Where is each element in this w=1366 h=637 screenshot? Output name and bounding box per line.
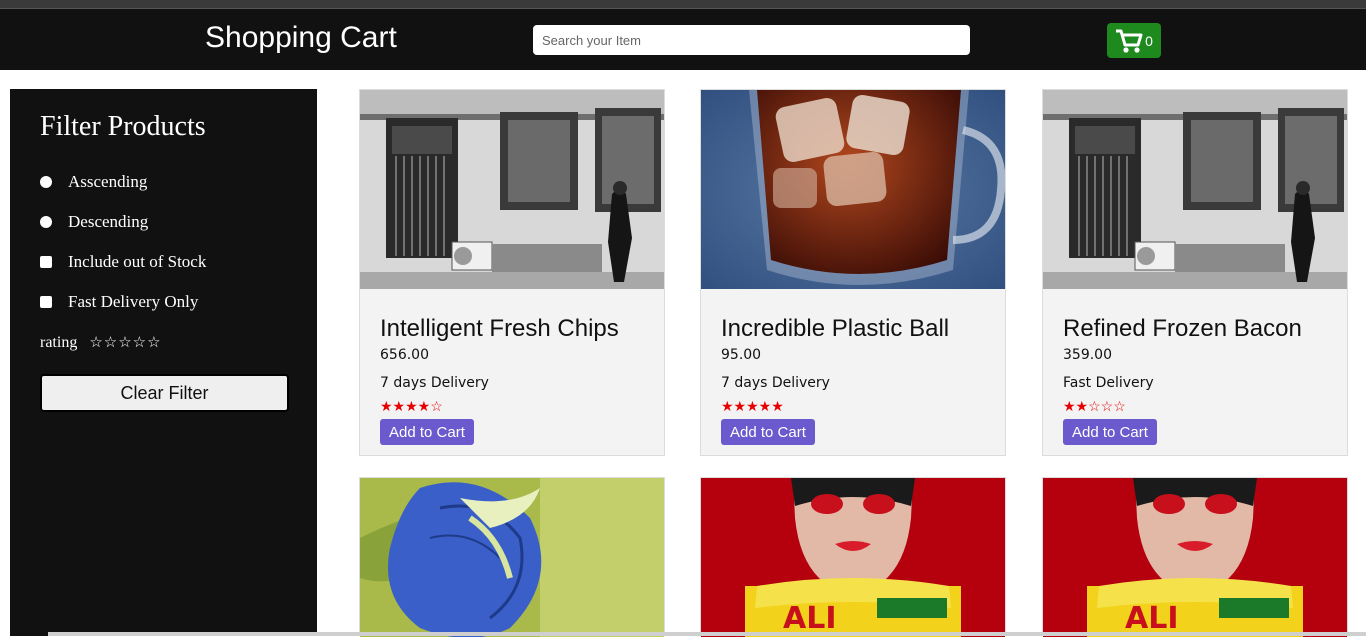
product-card (359, 477, 665, 637)
product-image: ALI (701, 478, 1005, 637)
search-input[interactable] (533, 25, 970, 55)
add-to-cart-button[interactable]: Add to Cart (380, 419, 474, 445)
fast-delivery-checkbox[interactable] (40, 296, 52, 308)
product-image (360, 90, 664, 289)
sort-descending-option[interactable]: Descending (40, 212, 148, 232)
sort-ascending-option[interactable]: Asscending (40, 172, 147, 192)
cart-button[interactable]: 0 (1107, 23, 1161, 58)
product-name: Refined Frozen Bacon (1063, 315, 1302, 342)
product-price: 359.00 (1063, 347, 1112, 363)
out-of-stock-option[interactable]: Include out of Stock (40, 252, 206, 272)
descending-label: Descending (68, 212, 149, 231)
product-name: Intelligent Fresh Chips (380, 315, 619, 342)
product-card: Refined Frozen Bacon 359.00 Fast Deliver… (1042, 89, 1348, 456)
out-of-stock-label: Include out of Stock (68, 252, 207, 271)
filter-sidebar: Filter Products Asscending Descending In… (10, 89, 317, 636)
horizontal-scrollbar[interactable] (48, 632, 1366, 636)
product-image (1043, 90, 1347, 289)
rating-filter: rating ☆☆☆☆☆ (40, 333, 162, 352)
product-delivery: 7 days Delivery (380, 375, 489, 391)
fast-delivery-label: Fast Delivery Only (68, 292, 199, 311)
product-delivery: Fast Delivery (1063, 375, 1154, 391)
product-card: ALI (700, 477, 1006, 637)
product-image: ALI (1043, 478, 1347, 637)
svg-text:ALI: ALI (1125, 601, 1179, 636)
fast-delivery-option[interactable]: Fast Delivery Only (40, 292, 198, 312)
product-card: ALI (1042, 477, 1348, 637)
product-price: 95.00 (721, 347, 762, 363)
add-to-cart-button[interactable]: Add to Cart (1063, 419, 1157, 445)
top-navbar: Shopping Cart 0 (0, 8, 1366, 70)
out-of-stock-checkbox[interactable] (40, 256, 52, 268)
browser-top-strip (0, 0, 1366, 8)
product-image (701, 90, 1005, 289)
clear-filter-button[interactable]: Clear Filter (40, 374, 289, 412)
product-card: Intelligent Fresh Chips 656.00 7 days De… (359, 89, 665, 456)
product-delivery: 7 days Delivery (721, 375, 830, 391)
product-image (360, 478, 664, 637)
ascending-label: Asscending (68, 172, 148, 191)
cart-icon (1115, 28, 1143, 54)
product-name: Incredible Plastic Ball (721, 315, 950, 342)
filter-title: Filter Products (40, 111, 206, 142)
product-price: 656.00 (380, 347, 429, 363)
product-rating-stars: ★★★★☆ (380, 398, 443, 414)
product-card: Incredible Plastic Ball 95.00 7 days Del… (700, 89, 1006, 456)
cart-count-badge: 0 (1145, 32, 1153, 49)
descending-radio[interactable] (40, 216, 52, 228)
rating-label: rating (40, 333, 78, 351)
svg-text:ALI: ALI (783, 601, 837, 636)
add-to-cart-button[interactable]: Add to Cart (721, 419, 815, 445)
product-rating-stars: ★★★★★ (721, 398, 784, 414)
rating-star-icons[interactable]: ☆☆☆☆☆ (89, 333, 161, 352)
app-title[interactable]: Shopping Cart (205, 21, 397, 55)
ascending-radio[interactable] (40, 176, 52, 188)
product-rating-stars: ★★☆☆☆ (1063, 398, 1126, 414)
